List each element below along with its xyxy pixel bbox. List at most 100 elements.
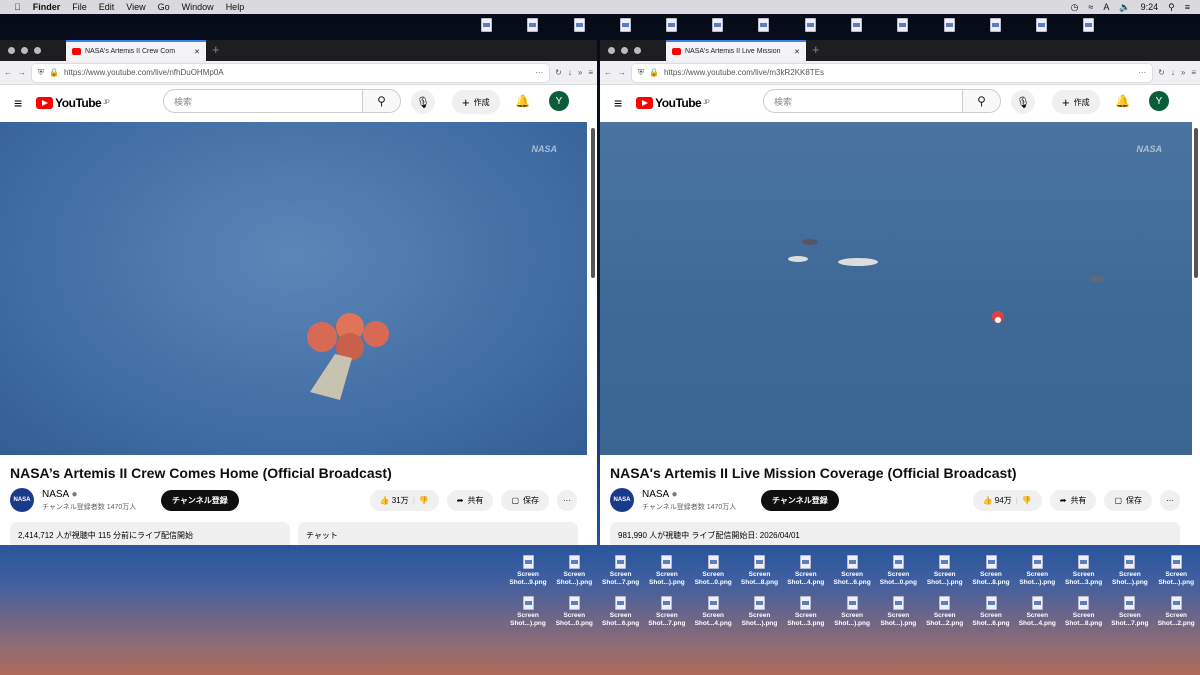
back-icon[interactable]: ← [604,68,612,77]
download-icon[interactable]: ↓ [1171,68,1175,77]
desktop-file-icon[interactable]: Screen Shot...4.png [783,555,829,587]
volume-icon[interactable]: 🔈 [1119,2,1130,13]
bell-icon[interactable]: 🔔 [515,94,530,108]
desktop-file-icon[interactable]: Screen Shot...0.png [690,555,736,587]
youtube-logo[interactable]: YouTube JP [636,96,710,110]
channel-avatar[interactable]: NASA [10,488,34,512]
desktop-file-icon[interactable]: Screen Shot...4.png [1014,596,1060,628]
microphone-icon[interactable]: 🎙 [411,90,435,114]
video-description-info[interactable]: 981,990 人が視聴中 ライブ配信開始日: 2026/04/01 [610,522,1180,545]
desktop-file-icon[interactable]: Screen Shot...7.png [1107,596,1153,628]
video-player[interactable]: NASA [0,122,587,455]
close-tab-icon[interactable]: ✕ [194,48,200,56]
save-button[interactable]: ▢ 保存 [1104,490,1152,511]
control-center-icon[interactable]: ≡ [1185,2,1190,12]
menu-icon[interactable]: ≡ [1191,68,1196,77]
search-icon[interactable]: ⚲ [962,90,1000,112]
clock[interactable]: 9:24 [1141,2,1159,12]
overflow-icon[interactable]: » [578,68,582,77]
browser-tab[interactable]: NASA's Artemis II Live Mission ✕ [666,40,806,61]
desktop-file-icon[interactable] [463,18,509,34]
desktop-file-icon[interactable] [1065,18,1111,34]
menu-file[interactable]: File [72,2,87,12]
dislike-icon[interactable]: 👎 [1022,496,1032,505]
desktop-file-icon[interactable]: Screen Shot...3.png [783,596,829,628]
menu-icon[interactable]: ≡ [588,68,593,77]
lock-icon[interactable]: 🔒 [49,68,59,77]
download-icon[interactable]: ↓ [568,68,572,77]
back-icon[interactable]: ← [4,68,12,77]
subscribe-button[interactable]: チャンネル登録 [161,490,239,511]
share-button[interactable]: ➦ 共有 [446,490,494,511]
desktop-file-icon[interactable]: Screen Shot...9.png [505,555,551,587]
search-icon[interactable]: ⚲ [362,90,400,112]
overflow-icon[interactable]: » [1181,68,1185,77]
desktop-file-icon[interactable] [695,18,741,34]
desktop-file-icon[interactable] [509,18,555,34]
desktop-file-icon[interactable] [787,18,833,34]
desktop-file-icon[interactable]: Screen Shot...7.png [598,555,644,587]
microphone-icon[interactable]: 🎙 [1011,90,1035,114]
desktop-file-icon[interactable]: Screen Shot...).png [551,555,597,587]
url-field[interactable]: ⛨ 🔒 https://www.youtube.com/live/m3kR2KK… [632,63,1153,82]
desktop-file-icon[interactable]: Screen Shot...).png [875,596,921,628]
desktop-file-icon[interactable] [834,18,880,34]
create-button[interactable]: + 作成 [452,90,500,114]
shield-icon[interactable]: ⛨ [638,68,644,78]
desktop-file-icon[interactable]: Screen Shot...).png [922,555,968,587]
reload-icon[interactable]: ↻ [1158,68,1165,77]
desktop-file-icon[interactable]: Screen Shot...3.png [1061,555,1107,587]
desktop-file-icon[interactable]: Screen Shot...8.png [737,555,783,587]
reload-icon[interactable]: ↻ [555,68,562,77]
close-tab-icon[interactable]: ✕ [794,48,800,56]
desktop-file-icon[interactable] [926,18,972,34]
input-source-icon[interactable]: A [1103,2,1109,12]
subscribe-button[interactable]: チャンネル登録 [761,490,839,511]
desktop-file-icon[interactable]: Screen Shot...4.png [690,596,736,628]
more-icon[interactable]: ··· [535,68,543,77]
search-input[interactable]: 検索 ⚲ [163,89,401,113]
desktop-file-icon[interactable]: Screen Shot...0.png [551,596,597,628]
desktop-file-icon[interactable]: Screen Shot...).png [505,596,551,628]
save-button[interactable]: ▢ 保存 [501,490,549,511]
video-description-info[interactable]: 2,414,712 人が視聴中 115 分前にライブ配信開始 [10,522,290,545]
lock-icon[interactable]: 🔒 [649,68,659,77]
desktop-file-icon[interactable]: Screen Shot...).png [829,596,875,628]
menu-help[interactable]: Help [226,2,245,12]
desktop-file-icon[interactable]: Screen Shot...6.png [968,596,1014,628]
avatar[interactable]: Y [1149,91,1169,111]
menu-go[interactable]: Go [158,2,170,12]
more-actions-button[interactable]: ··· [1160,490,1180,511]
more-actions-button[interactable]: ··· [557,490,577,511]
menu-window[interactable]: Window [182,2,214,12]
desktop-file-icon[interactable] [648,18,694,34]
desktop-file-icon[interactable]: Screen Shot...2.png [1153,596,1199,628]
desktop-file-icon[interactable]: Screen Shot...6.png [829,555,875,587]
window-controls[interactable] [608,47,641,54]
more-icon[interactable]: ··· [1138,68,1146,77]
scrollbar[interactable] [1194,128,1198,278]
desktop-file-icon[interactable]: Screen Shot...7.png [644,596,690,628]
youtube-logo[interactable]: YouTube JP [36,96,110,110]
desktop-file-icon[interactable]: Screen Shot...).png [1107,555,1153,587]
shield-icon[interactable]: ⛨ [38,68,44,78]
time-machine-icon[interactable]: ◷ [1071,2,1079,13]
channel-name[interactable]: NASA ● [42,489,78,500]
spotlight-icon[interactable]: ⚲ [1168,2,1175,13]
channel-name[interactable]: NASA ● [642,489,678,500]
like-button[interactable]: 👍 31万 [380,495,409,506]
desktop-file-icon[interactable] [1019,18,1065,34]
new-tab-button[interactable]: + [812,42,820,57]
menu-app-name[interactable]: Finder [33,2,61,12]
search-input[interactable]: 検索 ⚲ [763,89,1001,113]
new-tab-button[interactable]: + [212,42,220,57]
desktop-file-icon[interactable]: Screen Shot...).png [1153,555,1199,587]
avatar[interactable]: Y [549,91,569,111]
video-player[interactable]: NASA [600,122,1192,455]
scrollbar[interactable] [591,128,595,278]
window-controls[interactable] [8,47,41,54]
wifi-icon[interactable]: ≈ [1088,2,1093,12]
desktop-file-icon[interactable] [741,18,787,34]
dislike-icon[interactable]: 👎 [419,496,429,505]
chat-panel-header[interactable]: チャット [298,522,578,545]
